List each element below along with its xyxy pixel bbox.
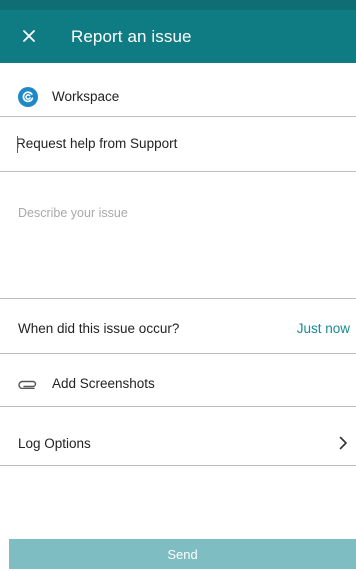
log-options-label: Log Options xyxy=(18,436,91,451)
send-button[interactable]: Send xyxy=(9,539,356,569)
log-options-row[interactable]: Log Options xyxy=(0,407,356,465)
chevron-right-icon xyxy=(339,436,347,450)
description-input[interactable] xyxy=(18,206,340,286)
add-screenshots-label: Add Screenshots xyxy=(52,376,155,391)
occurrence-row[interactable]: When did this issue occur? Just now xyxy=(0,299,356,353)
text-caret xyxy=(17,136,18,153)
page-title: Report an issue xyxy=(71,27,192,46)
divider xyxy=(0,465,356,466)
app-header: Report an issue xyxy=(0,10,356,63)
workspace-logo-icon xyxy=(18,87,38,107)
close-button[interactable] xyxy=(17,24,41,48)
occurrence-value[interactable]: Just now xyxy=(297,321,350,336)
subject-input[interactable] xyxy=(16,136,346,151)
app-selector-row: Workspace xyxy=(0,63,356,116)
occurrence-label: When did this issue occur? xyxy=(18,321,180,336)
subject-row xyxy=(0,117,356,171)
app-name: Workspace xyxy=(52,89,120,104)
paperclip-icon xyxy=(18,380,37,389)
status-bar xyxy=(0,0,356,10)
add-screenshots-row[interactable]: Add Screenshots xyxy=(0,354,356,406)
close-icon xyxy=(23,30,35,42)
description-row xyxy=(0,172,356,298)
